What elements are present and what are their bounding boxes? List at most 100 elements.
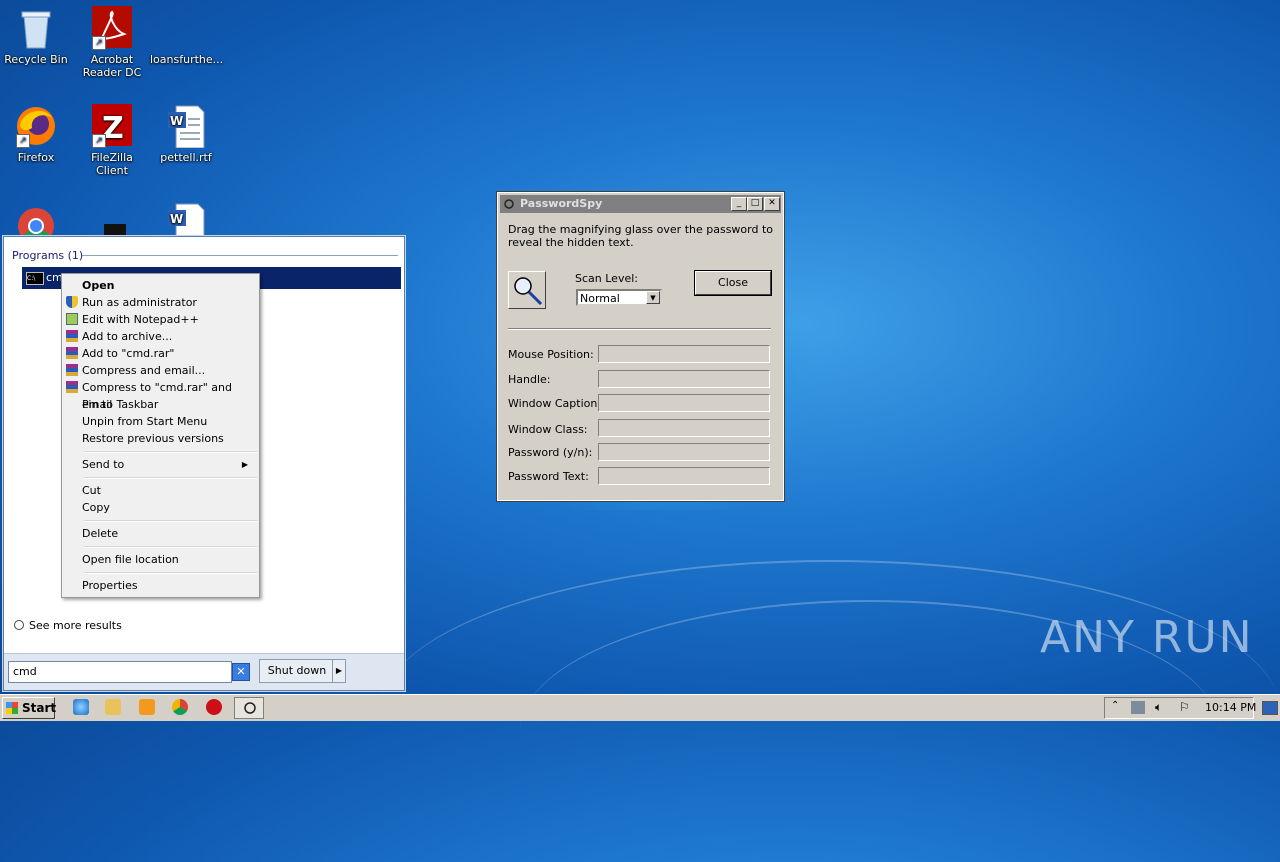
close-button[interactable]: Close xyxy=(694,270,772,296)
ctx-run-as-admin[interactable]: Run as administrator xyxy=(66,294,254,311)
passwordspy-taskbar-button[interactable] xyxy=(234,697,264,719)
opera-icon[interactable] xyxy=(206,699,222,715)
winrar-icon xyxy=(66,330,78,342)
maximize-button[interactable]: □ xyxy=(747,197,763,211)
desktop-icon-loansfurther[interactable]: loansfurthe... xyxy=(150,6,224,66)
ctx-open[interactable]: Open xyxy=(82,277,254,294)
scan-level-select[interactable]: Normal ▼ xyxy=(576,289,662,306)
window-caption-label: Window Caption: xyxy=(508,397,602,410)
mouse-position-label: Mouse Position: xyxy=(508,348,594,361)
ctx-label: Add to "cmd.rar" xyxy=(82,347,175,360)
shutdown-button[interactable]: Shut down xyxy=(259,659,335,683)
menu-separator xyxy=(84,477,257,479)
desktop-icon-label: Recycle Bin xyxy=(4,53,68,66)
start-search-input[interactable] xyxy=(9,662,227,680)
see-more-results-link[interactable]: See more results xyxy=(14,619,122,632)
clear-search-icon[interactable]: ✕ xyxy=(232,663,250,681)
desktop-icon-label: loansfurthe... xyxy=(150,53,224,66)
ctx-open-file-location[interactable]: Open file location xyxy=(82,551,254,568)
dropdown-arrow-icon[interactable]: ▼ xyxy=(646,291,660,304)
window-class-field xyxy=(598,419,770,437)
programs-header: Programs (1) xyxy=(12,249,84,262)
desktop-icon-recycle-bin[interactable]: Recycle Bin xyxy=(0,6,72,66)
ctx-add-to-cmd-rar[interactable]: Add to "cmd.rar" xyxy=(66,345,254,362)
start-search-box[interactable] xyxy=(8,661,232,683)
shortcut-arrow-icon: ↗ xyxy=(92,36,106,50)
shutdown-options-arrow-icon[interactable]: ▶ xyxy=(332,659,346,683)
magnifier-icon xyxy=(514,277,543,306)
minimize-button[interactable]: _ xyxy=(731,197,747,211)
password-yn-field xyxy=(598,443,770,461)
window-caption-field xyxy=(598,394,770,412)
anyrun-watermark: ANY RUN xyxy=(1040,612,1254,663)
internet-explorer-icon[interactable] xyxy=(73,699,89,715)
svg-text:W: W xyxy=(170,212,183,226)
ctx-compress-cmd-email[interactable]: Compress to "cmd.rar" and email xyxy=(66,379,254,411)
desktop-icon-label: FileZilla Client xyxy=(91,151,133,177)
shortcut-arrow-icon: ↗ xyxy=(16,134,30,148)
cmd-icon: C:\ xyxy=(26,272,44,285)
volume-icon[interactable]: 🔈︎ xyxy=(1155,700,1162,715)
ctx-unpin-start[interactable]: Unpin from Start Menu xyxy=(82,413,254,430)
passwordspy-app-icon xyxy=(504,199,514,209)
menu-separator xyxy=(84,546,257,548)
scan-level-label: Scan Level: xyxy=(575,272,638,285)
ctx-copy[interactable]: Copy xyxy=(82,499,254,516)
chrome-taskbar-icon[interactable] xyxy=(172,699,188,715)
instructions-text: Drag the magnifying glass over the passw… xyxy=(508,223,773,249)
file-explorer-icon[interactable] xyxy=(105,699,121,715)
ctx-properties[interactable]: Properties xyxy=(82,577,254,594)
menu-separator xyxy=(84,572,257,574)
recycle-bin-icon xyxy=(16,6,56,50)
winrar-icon xyxy=(66,364,78,376)
magnifying-glass-tool[interactable] xyxy=(508,271,546,309)
passwordspy-window: PasswordSpy _ □ ✕ Drag the magnifying gl… xyxy=(496,191,785,502)
ctx-label: Run as administrator xyxy=(82,296,197,309)
submenu-arrow-icon: ▶ xyxy=(241,460,248,469)
close-window-button[interactable]: ✕ xyxy=(764,197,780,211)
ctx-restore-versions[interactable]: Restore previous versions xyxy=(82,430,254,447)
desktop-icon-filezilla[interactable]: Z ↗ FileZilla Client xyxy=(76,104,148,177)
ctx-pin-taskbar[interactable]: Pin to Taskbar xyxy=(82,396,254,413)
ctx-edit-notepadpp[interactable]: Edit with Notepad++ xyxy=(66,311,254,328)
windows-logo-icon xyxy=(6,702,18,714)
ctx-label: Compress and email... xyxy=(82,364,206,377)
action-center-flag-icon[interactable]: ⚐ xyxy=(1179,700,1190,714)
ctx-cut[interactable]: Cut xyxy=(82,482,254,499)
see-more-label: See more results xyxy=(29,619,122,632)
menu-separator xyxy=(84,451,257,453)
mouse-position-field xyxy=(598,345,770,363)
search-icon xyxy=(14,620,24,630)
file-icon xyxy=(166,6,212,51)
menu-separator xyxy=(84,520,257,522)
desktop-icon-label: Firefox xyxy=(17,151,55,164)
clock[interactable]: 10:14 PM xyxy=(1205,701,1256,714)
password-text-label: Password Text: xyxy=(508,470,589,483)
ctx-send-to[interactable]: Send to ▶ xyxy=(82,456,254,473)
context-menu: Open Run as administrator Edit with Note… xyxy=(61,273,260,598)
show-desktop-icon[interactable] xyxy=(1262,701,1278,715)
ctx-delete[interactable]: Delete xyxy=(82,525,254,542)
scan-level-value: Normal xyxy=(580,292,620,305)
title-bar[interactable]: PasswordSpy _ □ ✕ xyxy=(500,195,781,213)
show-hidden-icons-icon[interactable]: ⌃ xyxy=(1111,700,1119,711)
window-class-label: Window Class: xyxy=(508,423,588,436)
desktop-icon-label: Acrobat Reader DC xyxy=(82,53,142,79)
acrobat-icon: ↗ xyxy=(92,6,132,50)
media-player-icon[interactable] xyxy=(139,699,155,715)
handle-label: Handle: xyxy=(508,373,551,386)
svg-text:W: W xyxy=(170,114,183,128)
divider xyxy=(82,255,398,256)
uac-shield-icon xyxy=(66,296,78,308)
ctx-add-to-archive[interactable]: Add to archive... xyxy=(66,328,254,345)
start-button[interactable]: Start xyxy=(2,697,56,719)
desktop-icon-pettell[interactable]: W pettell.rtf xyxy=(150,104,222,164)
ctx-compress-email[interactable]: Compress and email... xyxy=(66,362,254,379)
winrar-icon xyxy=(66,347,78,359)
password-yn-label: Password (y/n): xyxy=(508,446,593,459)
desktop-icon-acrobat[interactable]: ↗ Acrobat Reader DC xyxy=(76,6,148,79)
network-icon[interactable] xyxy=(1131,701,1145,714)
filezilla-icon: Z ↗ xyxy=(92,104,132,148)
window-title: PasswordSpy xyxy=(520,197,603,210)
desktop-icon-firefox[interactable]: ↗ Firefox xyxy=(0,104,72,164)
